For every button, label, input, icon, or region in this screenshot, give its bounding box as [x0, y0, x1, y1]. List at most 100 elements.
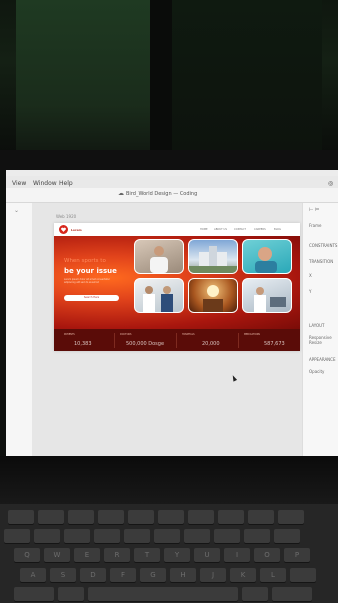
laptop-bezel-bottom: [0, 456, 338, 504]
key: [154, 529, 180, 543]
chevron-down-icon[interactable]: ⌄: [14, 207, 19, 214]
frame-label[interactable]: Web 1920: [56, 214, 76, 219]
key: [242, 587, 268, 601]
prop-layout: LAYOUT: [309, 323, 325, 328]
key-q: Q: [14, 548, 40, 562]
design-canvas[interactable]: Web 1920 Lorem HOME ABOUT US CONTACT CAR…: [32, 203, 302, 458]
key-t: T: [134, 548, 160, 562]
nav-about[interactable]: ABOUT US: [214, 228, 227, 231]
laptop-screen: View Window Help ◎ ☁ Bird_World Design —…: [6, 170, 338, 458]
key: [218, 510, 244, 524]
menu-help[interactable]: Help: [59, 180, 73, 187]
stat-value: 10,383: [74, 341, 92, 347]
key: [94, 529, 120, 543]
menu-view[interactable]: View: [12, 180, 26, 187]
key: [188, 510, 214, 524]
key-i: I: [224, 548, 250, 562]
prop-transition: TRANSITION: [309, 259, 334, 264]
key-a: A: [20, 568, 46, 582]
key-k: K: [230, 568, 256, 582]
menu-window[interactable]: Window: [33, 180, 57, 187]
document-title[interactable]: Bird_World Design — Coding: [126, 191, 197, 197]
photo-hospital-building: [188, 239, 238, 274]
stat-divider: [238, 333, 239, 348]
background-post: [150, 0, 172, 150]
stat-value: 20,000: [202, 341, 220, 347]
hero-section: When sports to be your issue Lorem ipsum…: [54, 236, 300, 329]
hero-search-button[interactable]: Search Here: [64, 295, 119, 301]
title-bar: ☁ Bird_World Design — Coding: [6, 188, 338, 203]
prop-appearance: APPEARANCE: [309, 357, 336, 362]
photo-patient: [242, 239, 292, 274]
prop-constraints: CONSTRAINTS: [309, 243, 338, 248]
stat-value: 587,673: [264, 341, 285, 347]
nav-careers[interactable]: CAREERS: [254, 228, 266, 231]
photo-doctor: [134, 239, 184, 274]
key-h: H: [170, 568, 196, 582]
key: [98, 510, 124, 524]
stat-divider: [176, 333, 177, 348]
prop-y[interactable]: Y: [309, 289, 311, 294]
hero-description: Lorem ipsum dolor sit amet consectetur a…: [64, 278, 110, 284]
laptop-bezel-top: [0, 150, 338, 170]
mouse-pointer-icon: [230, 374, 238, 382]
stat-divider: [114, 333, 115, 348]
photo-consultation: [242, 278, 292, 313]
key: [184, 529, 210, 543]
cloud-icon: ☁: [118, 190, 124, 197]
key: [8, 510, 34, 524]
background-dark-panel: [172, 0, 322, 150]
key: [38, 510, 64, 524]
key-s: S: [50, 568, 76, 582]
key-w: W: [44, 548, 70, 562]
photo-lab: [188, 278, 238, 313]
prop-responsive-resize[interactable]: Responsive Resize: [309, 335, 338, 345]
stat-label: PATIENTS: [64, 333, 75, 336]
key-l: L: [260, 568, 286, 582]
layers-panel[interactable]: ⌄: [6, 203, 33, 458]
key: [214, 529, 240, 543]
keyboard: Q W E R T Y U I O P A S D F G H J K L: [0, 504, 338, 603]
user-icon[interactable]: ◎: [328, 180, 333, 187]
nav-blog[interactable]: BLOG: [274, 228, 281, 231]
key-j: J: [200, 568, 226, 582]
key: [290, 568, 316, 582]
key: [278, 510, 304, 524]
site-nav: Lorem HOME ABOUT US CONTACT CAREERS BLOG: [54, 223, 300, 236]
key: [248, 510, 274, 524]
nav-home[interactable]: HOME: [200, 228, 208, 231]
key: [14, 587, 54, 601]
key-r: R: [104, 548, 130, 562]
key-g: G: [140, 568, 166, 582]
key: [274, 529, 300, 543]
key: [68, 510, 94, 524]
stats-bar: PATIENTS 10,383 DOCTORS 500,000 Dosge HO…: [54, 329, 300, 351]
key-e: E: [74, 548, 100, 562]
photo-medical-team: [134, 278, 184, 313]
align-icons[interactable]: ⊢ ⊨: [309, 207, 319, 213]
key-o: O: [254, 548, 280, 562]
space-key: [88, 587, 238, 601]
key: [58, 587, 84, 601]
key: [272, 587, 312, 601]
website-frame[interactable]: Lorem HOME ABOUT US CONTACT CAREERS BLOG…: [54, 223, 300, 351]
prop-opacity[interactable]: Opacity: [309, 369, 324, 374]
key-y: Y: [164, 548, 190, 562]
properties-panel[interactable]: ⊢ ⊨ Frame CONSTRAINTS TRANSITION X Y LAY…: [302, 203, 338, 458]
stat-label: HOSPITALS: [182, 333, 195, 336]
key-f: F: [110, 568, 136, 582]
nav-contact[interactable]: CONTACT: [234, 228, 246, 231]
site-brand: Lorem: [71, 228, 82, 232]
key: [158, 510, 184, 524]
key: [244, 529, 270, 543]
prop-frame[interactable]: Frame: [309, 223, 321, 228]
key-d: D: [80, 568, 106, 582]
key-p: P: [284, 548, 310, 562]
stat-label: MEDICATIONS: [244, 333, 260, 336]
key: [4, 529, 30, 543]
prop-x[interactable]: X: [309, 273, 312, 278]
heart-logo-icon: [59, 225, 68, 234]
key: [124, 529, 150, 543]
key-u: U: [194, 548, 220, 562]
background-window-panel: [16, 0, 152, 150]
